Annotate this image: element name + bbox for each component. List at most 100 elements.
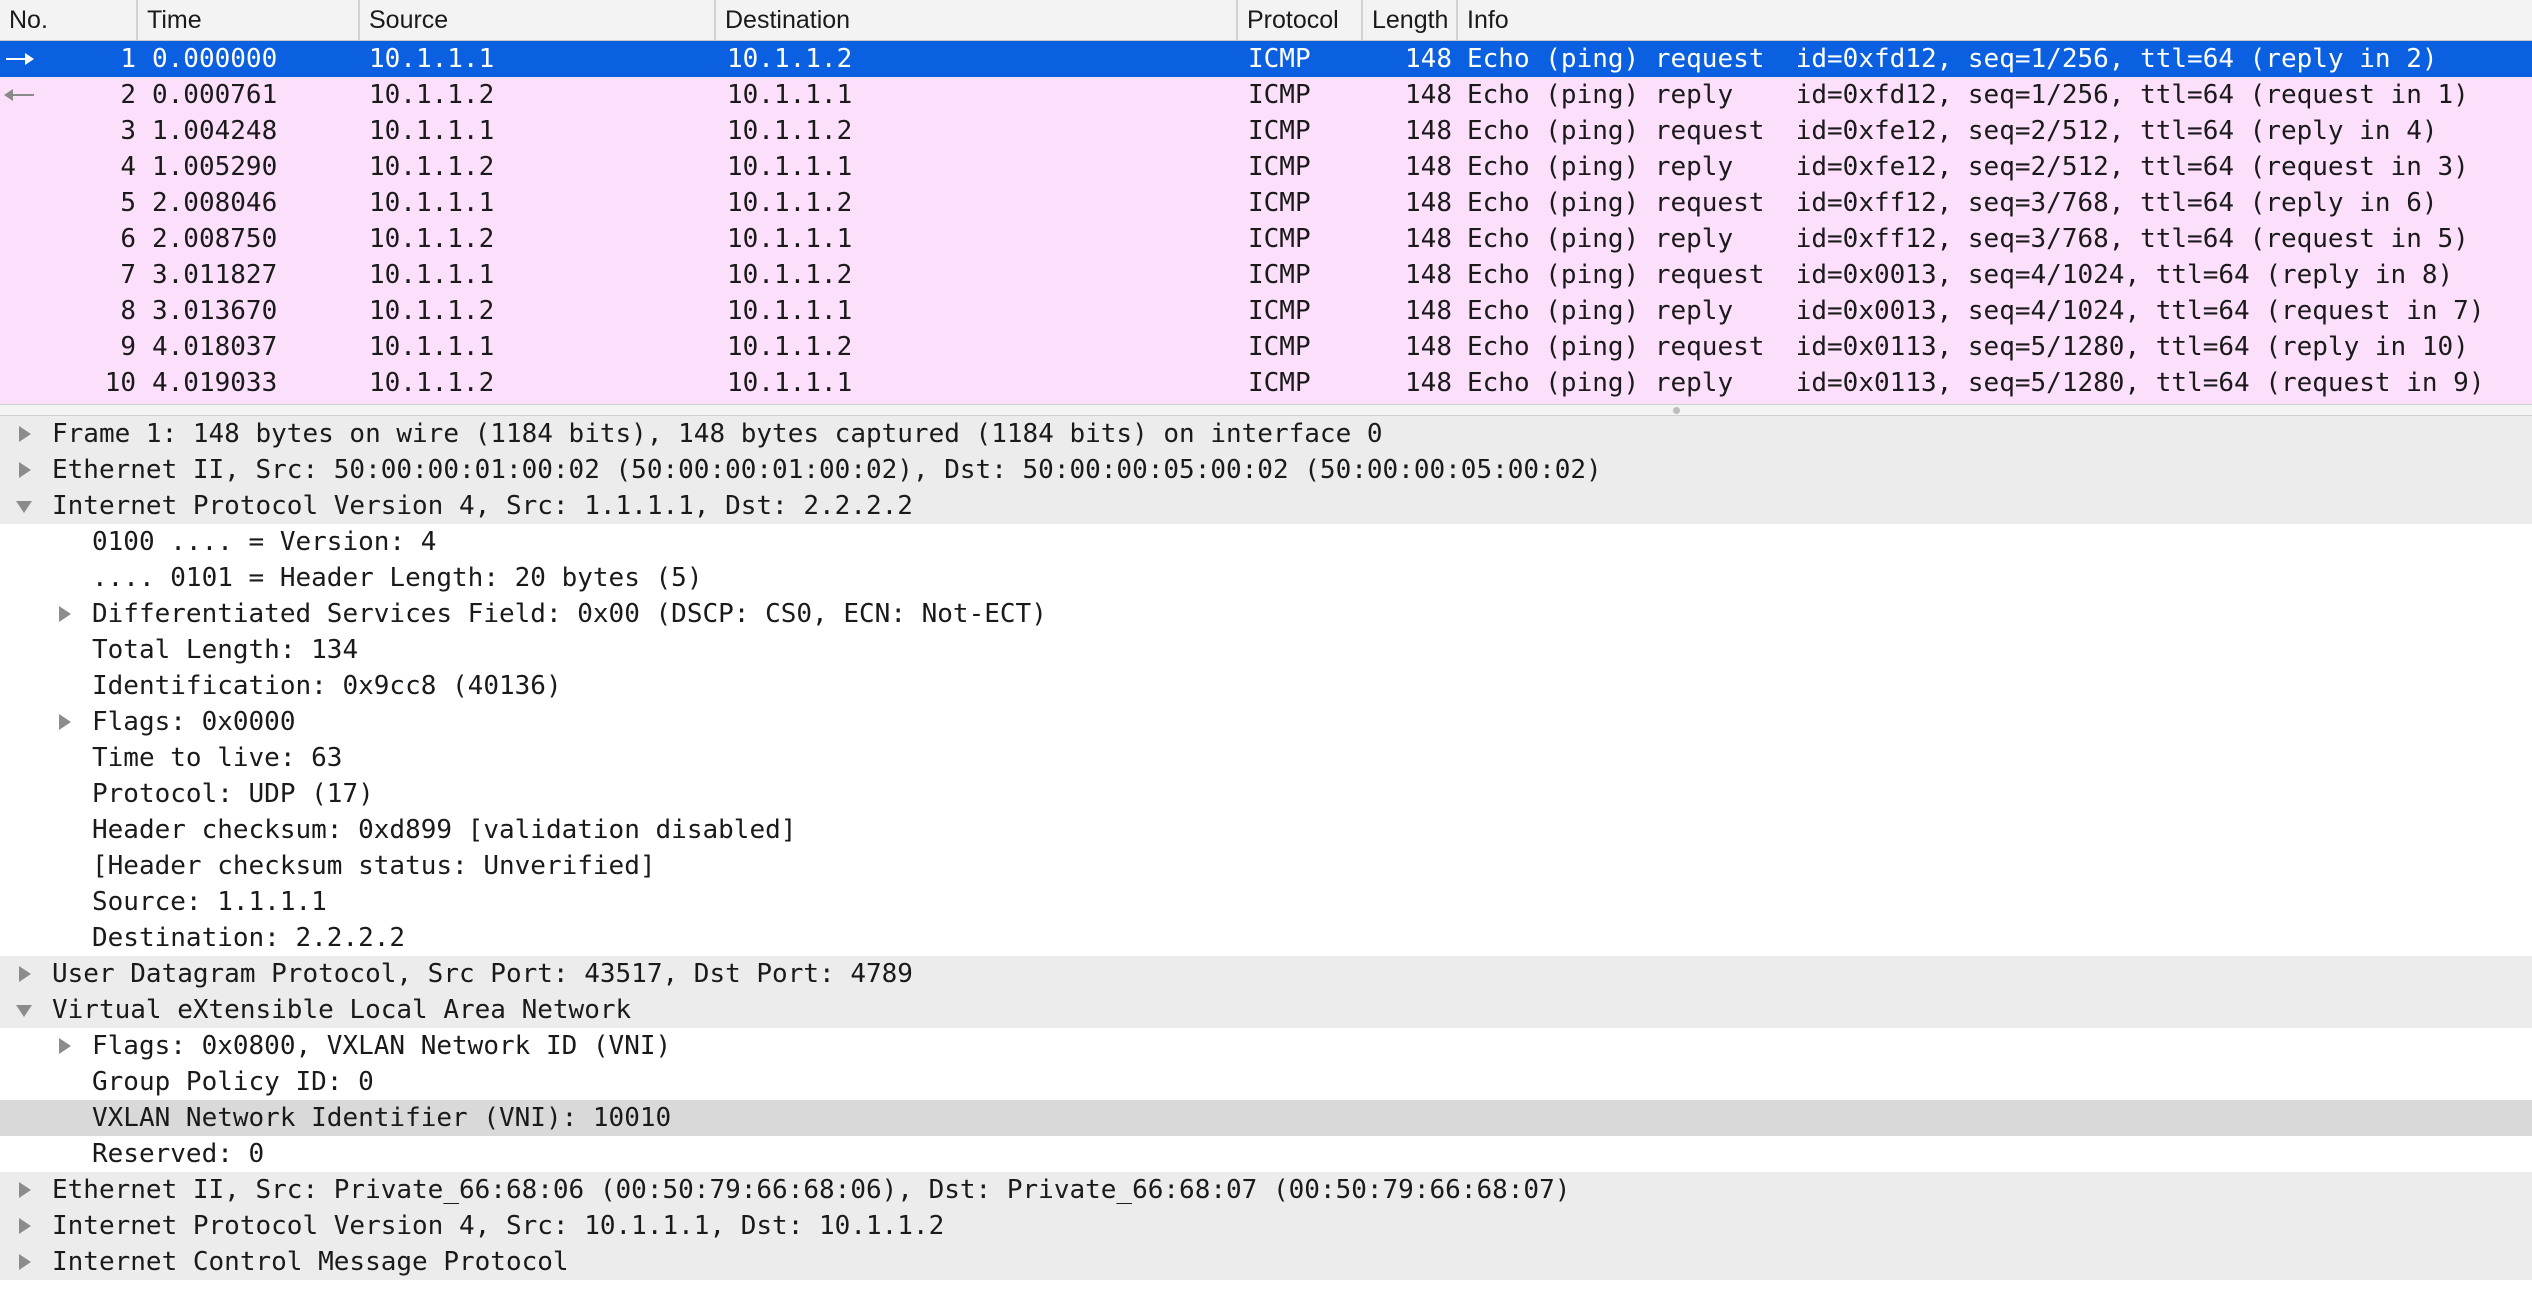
packet-destination: 10.1.1.1 — [727, 224, 853, 254]
protocol-tree-item[interactable]: Frame 1: 148 bytes on wire (1184 bits), … — [0, 416, 2532, 452]
disclosure-triangle-right-icon[interactable] — [56, 1038, 72, 1054]
packet-row[interactable]: 4 1.005290 10.1.1.2 10.1.1.1 ICMP 148 Echo (pi… — [0, 149, 2532, 185]
row-marker — [0, 185, 46, 221]
pane-splitter[interactable] — [0, 404, 2532, 416]
column-header-source[interactable]: Source — [360, 0, 716, 40]
tree-item-label: Internet Protocol Version 4, Src: 1.1.1.… — [52, 491, 913, 521]
protocol-field-item[interactable]: Differentiated Services Field: 0x00 (DSC… — [0, 596, 2532, 632]
packet-list-header: No. Time Source Destination Protocol Len… — [0, 0, 2532, 42]
packet-row[interactable]: 3 1.004248 10.1.1.1 10.1.1.2 ICMP 148 Echo (pi… — [0, 113, 2532, 149]
protocol-field-item[interactable]: Header checksum: 0xd899 [validation disa… — [0, 812, 2532, 848]
row-marker — [0, 221, 46, 257]
protocol-field-item[interactable]: Destination: 2.2.2.2 — [0, 920, 2532, 956]
packet-row[interactable]: 10 4.019033 10.1.1.2 10.1.1.1 ICMP 148 Echo (p… — [0, 365, 2532, 401]
protocol-field-item[interactable]: Flags: 0x0800, VXLAN Network ID (VNI) — [0, 1028, 2532, 1064]
protocol-tree-item[interactable]: Internet Protocol Version 4, Src: 10.1.1… — [0, 1208, 2532, 1244]
tree-item-label: Time to live: 63 — [92, 743, 343, 773]
tree-item-label: Source: 1.1.1.1 — [92, 887, 327, 917]
row-marker — [0, 329, 46, 365]
packet-protocol: ICMP — [1248, 44, 1311, 74]
protocol-field-item[interactable]: Protocol: UDP (17) — [0, 776, 2532, 812]
column-header-info[interactable]: Info — [1458, 0, 2532, 40]
packet-length: 148 — [1405, 332, 1452, 362]
packet-protocol: ICMP — [1248, 224, 1311, 254]
packet-details-tree[interactable]: Frame 1: 148 bytes on wire (1184 bits), … — [0, 416, 2532, 1306]
tree-item-label: 0100 .... = Version: 4 — [92, 527, 437, 557]
tree-item-label: Total Length: 134 — [92, 635, 359, 665]
packet-protocol: ICMP — [1248, 116, 1311, 146]
protocol-field-item[interactable]: Reserved: 0 — [0, 1136, 2532, 1172]
packet-time: 2.008046 — [152, 188, 278, 218]
packet-protocol: ICMP — [1248, 152, 1311, 182]
protocol-field-item[interactable]: VXLAN Network Identifier (VNI): 10010 — [0, 1100, 2532, 1136]
packet-row[interactable]: 2 0.000761 10.1.1.2 10.1.1.1 ICMP 148 Echo (pi… — [0, 77, 2532, 113]
packet-row[interactable]: 8 3.013670 10.1.1.2 10.1.1.1 ICMP 148 Echo (pi… — [0, 293, 2532, 329]
disclosure-triangle-down-icon[interactable] — [16, 498, 32, 514]
packet-source: 10.1.1.2 — [369, 368, 495, 398]
row-marker — [0, 365, 46, 401]
protocol-field-item[interactable]: 0100 .... = Version: 4 — [0, 524, 2532, 560]
protocol-field-item[interactable]: [Header checksum status: Unverified] — [0, 848, 2532, 884]
packet-length: 148 — [1405, 224, 1452, 254]
disclosure-triangle-right-icon[interactable] — [56, 714, 72, 730]
packet-time: 0.000000 — [152, 44, 278, 74]
row-marker — [0, 257, 46, 293]
protocol-field-item[interactable]: Identification: 0x9cc8 (40136) — [0, 668, 2532, 704]
disclosure-triangle-right-icon[interactable] — [16, 1182, 32, 1198]
tree-item-label: .... 0101 = Header Length: 20 bytes (5) — [92, 563, 703, 593]
disclosure-triangle-right-icon[interactable] — [56, 606, 72, 622]
tree-item-label: User Datagram Protocol, Src Port: 43517,… — [52, 959, 913, 989]
protocol-field-item[interactable]: Time to live: 63 — [0, 740, 2532, 776]
column-header-length[interactable]: Length — [1363, 0, 1458, 40]
disclosure-triangle-right-icon[interactable] — [16, 966, 32, 982]
packet-destination: 10.1.1.1 — [727, 80, 853, 110]
packet-no: 7 — [120, 260, 136, 290]
packet-protocol: ICMP — [1248, 260, 1311, 290]
packet-source: 10.1.1.2 — [369, 296, 495, 326]
packet-destination: 10.1.1.1 — [727, 296, 853, 326]
packet-no: 10 — [104, 368, 136, 398]
protocol-field-item[interactable]: Flags: 0x0000 — [0, 704, 2532, 740]
packet-time: 3.013670 — [152, 296, 278, 326]
packet-info: Echo (ping) reply id=0xfd12, seq=1/256, … — [1467, 80, 2469, 110]
packet-destination: 10.1.1.1 — [727, 152, 853, 182]
column-header-no[interactable]: No. — [0, 0, 138, 40]
protocol-field-item[interactable]: Source: 1.1.1.1 — [0, 884, 2532, 920]
protocol-field-item[interactable]: Group Policy ID: 0 — [0, 1064, 2532, 1100]
column-header-time[interactable]: Time — [138, 0, 360, 40]
disclosure-triangle-right-icon[interactable] — [16, 462, 32, 478]
disclosure-triangle-down-icon[interactable] — [16, 1002, 32, 1018]
packet-no: 6 — [120, 224, 136, 254]
packet-destination: 10.1.1.2 — [727, 116, 853, 146]
packet-row[interactable]: 9 4.018037 10.1.1.1 10.1.1.2 ICMP 148 Echo (pi… — [0, 329, 2532, 365]
protocol-tree-item[interactable]: Internet Control Message Protocol — [0, 1244, 2532, 1280]
protocol-tree-item[interactable]: Ethernet II, Src: 50:00:00:01:00:02 (50:… — [0, 452, 2532, 488]
packet-row[interactable]: 1 0.000000 10.1.1.1 10.1.1.2 ICMP 148 Echo (pi… — [0, 41, 2532, 77]
packet-list[interactable]: No. Time Source Destination Protocol Len… — [0, 0, 2532, 404]
arrow-left-icon — [4, 89, 34, 101]
column-header-destination[interactable]: Destination — [716, 0, 1238, 40]
packet-time: 4.018037 — [152, 332, 278, 362]
packet-no: 3 — [120, 116, 136, 146]
packet-destination: 10.1.1.2 — [727, 188, 853, 218]
disclosure-triangle-right-icon[interactable] — [16, 426, 32, 442]
protocol-tree-item[interactable]: Internet Protocol Version 4, Src: 1.1.1.… — [0, 488, 2532, 524]
packet-time: 2.008750 — [152, 224, 278, 254]
protocol-field-item[interactable]: .... 0101 = Header Length: 20 bytes (5) — [0, 560, 2532, 596]
packet-row[interactable]: 5 2.008046 10.1.1.1 10.1.1.2 ICMP 148 Echo (pi… — [0, 185, 2532, 221]
packet-length: 148 — [1405, 44, 1452, 74]
protocol-tree-item[interactable]: Ethernet II, Src: Private_66:68:06 (00:5… — [0, 1172, 2532, 1208]
packet-row[interactable]: 7 3.011827 10.1.1.1 10.1.1.2 ICMP 148 Echo (pi… — [0, 257, 2532, 293]
packet-length: 148 — [1405, 116, 1452, 146]
protocol-tree-item[interactable]: Virtual eXtensible Local Area Network — [0, 992, 2532, 1028]
packet-info: Echo (ping) request id=0xfd12, seq=1/256… — [1467, 44, 2438, 74]
protocol-field-item[interactable]: Total Length: 134 — [0, 632, 2532, 668]
disclosure-triangle-right-icon[interactable] — [16, 1254, 32, 1270]
packet-length: 148 — [1405, 80, 1452, 110]
packet-info: Echo (ping) request id=0x0013, seq=4/102… — [1467, 260, 2454, 290]
protocol-tree-item[interactable]: User Datagram Protocol, Src Port: 43517,… — [0, 956, 2532, 992]
column-header-protocol[interactable]: Protocol — [1238, 0, 1363, 40]
splitter-handle-icon[interactable] — [1673, 407, 1680, 414]
disclosure-triangle-right-icon[interactable] — [16, 1218, 32, 1234]
packet-row[interactable]: 6 2.008750 10.1.1.2 10.1.1.1 ICMP 148 Echo (pi… — [0, 221, 2532, 257]
